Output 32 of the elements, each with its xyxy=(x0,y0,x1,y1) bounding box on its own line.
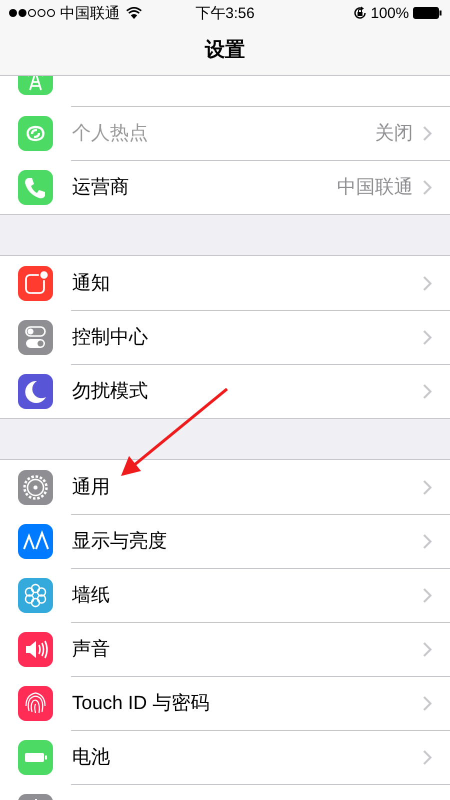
chevron-icon[interactable] xyxy=(423,696,432,710)
row-label: 勿扰模式 xyxy=(72,380,148,404)
carrier-name: 中国联通 xyxy=(60,4,120,22)
rotation-lock-icon xyxy=(352,6,367,20)
chevron-icon[interactable] xyxy=(423,180,432,194)
row-value: 关闭 xyxy=(375,122,413,146)
row-label: 显示与亮度 xyxy=(72,530,167,554)
row-label: 个人热点 xyxy=(72,122,148,146)
chevron-icon[interactable] xyxy=(423,126,432,140)
row-label: 声音 xyxy=(72,638,110,662)
row-label: 运营商 xyxy=(72,176,129,200)
row-label: 控制中心 xyxy=(72,326,148,350)
chevron-icon[interactable] xyxy=(423,480,432,494)
battery-percent: 100% xyxy=(370,4,409,22)
row-label: 通知 xyxy=(72,272,110,296)
nav-title: 设置 xyxy=(204,38,246,63)
chevron-icon[interactable] xyxy=(423,534,432,548)
wifi-icon xyxy=(126,7,142,19)
chevron-icon[interactable] xyxy=(423,384,432,398)
row-value: 中国联通 xyxy=(337,176,413,200)
clock-time: 下午3:56 xyxy=(195,4,255,22)
chevron-icon[interactable] xyxy=(423,750,432,764)
chevron-icon[interactable] xyxy=(423,276,432,290)
chevron-icon[interactable] xyxy=(423,330,432,344)
row-label: 墙纸 xyxy=(72,584,110,608)
row-label: Touch ID 与密码 xyxy=(72,692,210,716)
row-label: 电池 xyxy=(72,746,110,770)
row-label: 通用 xyxy=(72,476,110,500)
signal-icon xyxy=(8,8,56,18)
chevron-icon[interactable] xyxy=(423,588,432,602)
battery-icon xyxy=(413,7,442,19)
chevron-icon[interactable] xyxy=(423,642,432,656)
